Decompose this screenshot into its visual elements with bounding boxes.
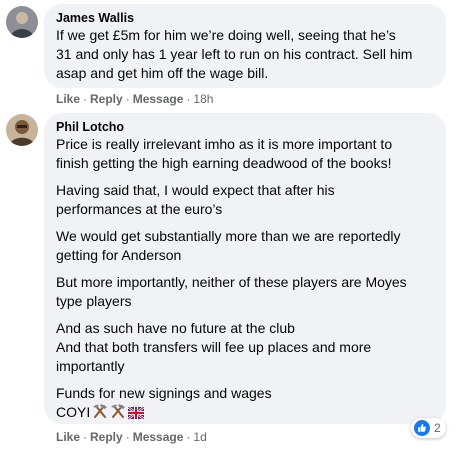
reaction-summary[interactable]: 2: [411, 418, 446, 438]
comment-paragraph: We would get substantially more than we …: [56, 227, 434, 265]
hammer-and-pick-icon: [110, 403, 126, 424]
comment-paragraph: But more importantly, neither of these p…: [56, 273, 434, 311]
comment-actions: Like · Reply · Message · 1d: [56, 429, 207, 445]
comment-paragraph: And as such have no future at the club A…: [56, 319, 434, 376]
reaction-count: 2: [434, 421, 441, 435]
comment-line-with-emoji: COYI: [56, 403, 434, 424]
comment-line: type players: [56, 293, 132, 309]
avatar[interactable]: [6, 114, 38, 146]
comment-line: And that both transfers will fee up plac…: [56, 339, 372, 355]
avatar-image: [6, 6, 38, 38]
separator-dot: ·: [186, 92, 191, 106]
separator-dot: ·: [186, 430, 191, 444]
comment-paragraph: Funds for new signings and wages COYI: [56, 384, 434, 424]
comment-line: performances at the euro’s: [56, 201, 223, 217]
comment-line: Price is really irrelevant imho as it is…: [56, 136, 393, 152]
comment-author[interactable]: James Wallis: [56, 10, 434, 26]
comment-line: 31 and only has 1 year left to run on hi…: [56, 46, 413, 62]
comment-timestamp[interactable]: 1d: [193, 430, 206, 444]
like-button[interactable]: Like: [56, 430, 80, 444]
comment-line: asap and get him off the wage bill.: [56, 65, 269, 81]
avatar-image: [6, 114, 38, 146]
avatar[interactable]: [6, 6, 38, 38]
comment-line: importantly: [56, 358, 125, 374]
separator-dot: ·: [83, 430, 88, 444]
comment-line: And as such have no future at the club: [56, 320, 295, 336]
message-button[interactable]: Message: [133, 430, 184, 444]
comment-line: But more importantly, neither of these p…: [56, 274, 407, 290]
like-reaction-icon: [414, 420, 430, 436]
like-button[interactable]: Like: [56, 92, 80, 106]
uk-flag-icon: [127, 405, 145, 424]
comment-text: If we get £5m for him we’re doing well, …: [56, 26, 434, 83]
separator-dot: ·: [125, 92, 130, 106]
comment-actions: Like · Reply · Message · 18h: [56, 91, 213, 107]
comment-bubble: James Wallis If we get £5m for him we’re…: [44, 4, 446, 88]
comment-line: Having said that, I would expect that af…: [56, 182, 335, 198]
comment-timestamp[interactable]: 18h: [193, 92, 213, 106]
message-button[interactable]: Message: [133, 92, 184, 106]
comment-line: getting for Anderson: [56, 247, 182, 263]
comment-line: COYI: [56, 404, 91, 420]
comment-line: If we get £5m for him we’re doing well, …: [56, 27, 396, 43]
comment-line: We would get substantially more than we …: [56, 228, 401, 244]
comment-bubble: Phil Lotcho Price is really irrelevant i…: [44, 113, 446, 424]
comment-author[interactable]: Phil Lotcho: [56, 119, 434, 135]
comment-paragraph: Having said that, I would expect that af…: [56, 181, 434, 219]
separator-dot: ·: [125, 430, 130, 444]
reply-button[interactable]: Reply: [90, 92, 123, 106]
comment-line: Funds for new signings and wages: [56, 385, 272, 401]
comment-paragraph: Price is really irrelevant imho as it is…: [56, 135, 434, 173]
reply-button[interactable]: Reply: [90, 430, 123, 444]
comment-line: finish getting the high earning deadwood…: [56, 155, 392, 171]
separator-dot: ·: [83, 92, 88, 106]
hammer-and-pick-icon: [92, 403, 108, 424]
